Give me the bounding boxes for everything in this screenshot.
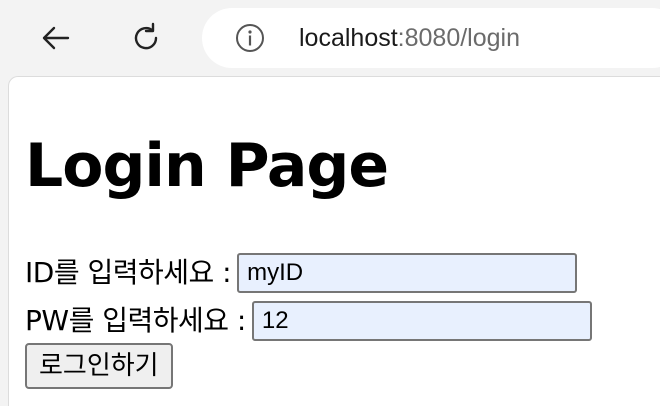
reload-button[interactable] bbox=[120, 12, 172, 64]
page-title: Login Page bbox=[25, 131, 389, 201]
pw-label: PW를 입력하세요 : bbox=[25, 304, 246, 337]
id-input[interactable] bbox=[237, 253, 578, 293]
pw-input[interactable] bbox=[251, 301, 592, 341]
login-button[interactable]: 로그인하기 bbox=[25, 343, 173, 389]
page-content: Login Page ID를 입력하세요 : PW를 입력하세요 : 로그인하기 bbox=[8, 76, 660, 406]
id-label: ID를 입력하세요 : bbox=[25, 256, 232, 289]
info-icon[interactable] bbox=[234, 22, 266, 54]
reload-icon bbox=[134, 22, 158, 50]
address-bar[interactable]: localhost:8080/login bbox=[202, 8, 660, 68]
url-text[interactable]: localhost:8080/login bbox=[299, 22, 520, 54]
back-button[interactable] bbox=[30, 12, 82, 64]
url-host: localhost bbox=[299, 24, 398, 52]
pw-row: PW를 입력하세요 : bbox=[25, 299, 592, 343]
url-port-path: :8080/login bbox=[397, 24, 520, 52]
back-arrow-icon bbox=[42, 26, 70, 50]
id-row: ID를 입력하세요 : bbox=[25, 251, 578, 295]
browser-toolbar: localhost:8080/login bbox=[0, 0, 660, 76]
